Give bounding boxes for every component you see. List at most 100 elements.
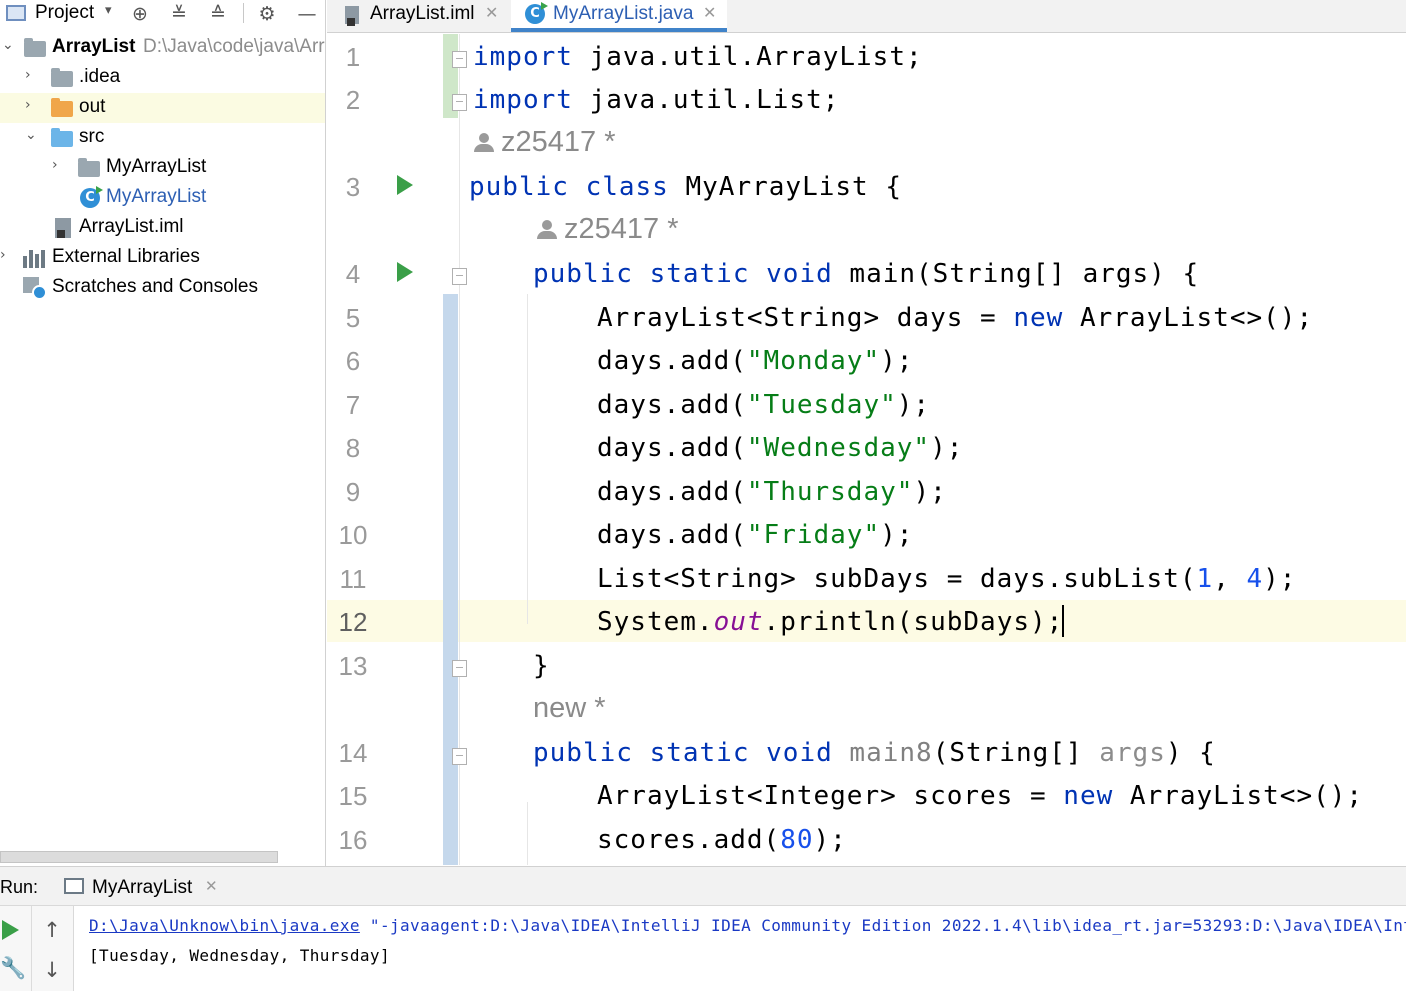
string-literal: "Wednesday" xyxy=(746,433,931,463)
arrow-down-icon[interactable]: ↓ xyxy=(40,958,64,982)
run-class-icon[interactable] xyxy=(397,175,413,195)
code-line-5: ArrayList<String> days = new ArrayList<>… xyxy=(597,303,1313,333)
code-text: main(String[] args) { xyxy=(832,259,1200,289)
vcs-changed-marker xyxy=(443,294,458,865)
chevron-down-icon[interactable]: ⌄ xyxy=(2,37,14,53)
crosshair-icon[interactable]: ⊕ xyxy=(128,2,152,26)
code-text: ); xyxy=(930,433,964,463)
string-literal: "Friday" xyxy=(746,520,881,550)
number-literal: 4 xyxy=(1246,564,1264,594)
gear-icon[interactable]: ⚙ xyxy=(255,2,279,26)
author-hint[interactable]: new * xyxy=(533,692,606,725)
code-text: scores.add( xyxy=(597,825,781,855)
code-line-12: System.out.println(subDays); xyxy=(597,607,1063,637)
code-text: ArrayList<Integer> scores = xyxy=(597,781,1064,811)
close-icon[interactable]: ✕ xyxy=(703,3,716,22)
tab-label: MyArrayList.java xyxy=(553,3,694,24)
tree-item-arraylist-project[interactable]: ⌄ ArrayList D:\Java\code\java\Arr xyxy=(0,33,325,63)
tab-myarraylist-java[interactable]: C MyArrayList.java ✕ xyxy=(511,0,727,32)
code-line-14: public static void main8(String[] args) … xyxy=(533,738,1216,768)
run-config-icon xyxy=(64,878,84,894)
code-text: java.util.List; xyxy=(572,85,840,115)
wrench-icon[interactable]: 🔧 xyxy=(0,956,26,980)
arrow-up-icon[interactable]: ↑ xyxy=(40,918,64,942)
line-number: 11 xyxy=(339,564,367,594)
minimize-icon[interactable]: — xyxy=(295,2,319,26)
code-text: days.add( xyxy=(597,346,747,376)
code-editor[interactable]: 1 2 3 4 5 6 7 8 9 10 11 12 13 14 15 16 z… xyxy=(327,34,1406,865)
project-panel-title[interactable]: Project xyxy=(35,2,94,24)
fold-marker-icon[interactable] xyxy=(452,94,467,111)
chevron-down-icon[interactable]: ▾ xyxy=(105,3,112,18)
java-class-icon: C xyxy=(525,2,548,24)
tree-item-label: src xyxy=(79,126,105,147)
code-line-9: days.add("Thursday"); xyxy=(597,477,947,507)
number-literal: 80 xyxy=(780,825,814,855)
project-panel: Project ▾ ⊕ ≚ ≙ ⚙ — ⌄ ArrayList D:\Java\… xyxy=(0,0,326,866)
toolbar-divider xyxy=(243,3,244,23)
editor-tab-bar: ArrayList.iml ✕ C MyArrayList.java ✕ xyxy=(327,0,1406,33)
run-icon[interactable] xyxy=(2,920,19,940)
line-number: 9 xyxy=(345,477,361,507)
fold-marker-icon[interactable] xyxy=(452,51,467,68)
code-text: ArrayList<>(); xyxy=(1113,781,1364,811)
author-hint-text: z25417 * xyxy=(501,126,616,158)
code-text: ); xyxy=(896,390,931,420)
java-exe-link[interactable]: D:\Java\Unknow\bin\java.exe xyxy=(89,916,360,935)
tree-item-out[interactable]: › out xyxy=(0,93,325,123)
fold-marker-icon[interactable] xyxy=(452,660,467,677)
run-main-icon[interactable] xyxy=(397,262,413,282)
chevron-right-icon[interactable]: › xyxy=(25,67,31,83)
package-icon xyxy=(78,158,100,177)
excluded-folder-icon xyxy=(51,98,73,117)
code-text: , xyxy=(1213,564,1247,594)
line-number: 15 xyxy=(338,781,368,811)
author-hint-text: new * xyxy=(533,692,606,724)
keyword: new xyxy=(1063,781,1114,811)
tree-item-idea[interactable]: › .idea xyxy=(0,63,325,93)
code-text: days.add( xyxy=(597,390,747,420)
chevron-down-icon[interactable]: ⌄ xyxy=(25,127,37,143)
code-text: java.util.ArrayList; xyxy=(572,42,923,72)
code-line-16: scores.add(80); xyxy=(597,825,847,855)
tree-item-external-libraries[interactable]: › External Libraries xyxy=(0,243,325,273)
close-icon[interactable]: ✕ xyxy=(485,3,498,22)
tab-arraylist-iml[interactable]: ArrayList.iml ✕ xyxy=(327,0,507,32)
user-icon xyxy=(473,133,495,153)
keyword: import xyxy=(473,42,573,72)
tree-item-src[interactable]: ⌄ src xyxy=(0,123,325,153)
code-text: (String[] xyxy=(932,738,1100,768)
line-number: 13 xyxy=(338,651,368,681)
author-hint[interactable]: z25417 * xyxy=(536,213,679,246)
code-text: days.add( xyxy=(597,477,747,507)
tree-item-label: ArrayList xyxy=(52,36,136,57)
tree-item-myarraylist-class[interactable]: C MyArrayList xyxy=(0,183,325,213)
horizontal-scrollbar[interactable] xyxy=(0,851,278,863)
tree-item-myarraylist-package[interactable]: › MyArrayList xyxy=(0,153,325,183)
tree-item-arraylist-iml[interactable]: ArrayList.iml xyxy=(0,213,325,243)
fold-marker-icon[interactable] xyxy=(452,748,467,765)
tree-item-label: ArrayList.iml xyxy=(79,216,184,237)
code-text: List<String> subDays = days.subList( xyxy=(597,564,1197,594)
author-hint-text: z25417 * xyxy=(564,213,679,245)
line-number: 7 xyxy=(345,390,361,420)
tree-item-scratches[interactable]: Scratches and Consoles xyxy=(0,273,325,303)
close-icon[interactable]: ✕ xyxy=(205,877,218,895)
run-tab-label[interactable]: MyArrayList xyxy=(92,877,192,899)
code-text: MyArrayList { xyxy=(668,172,902,202)
code-text: ); xyxy=(813,825,847,855)
author-hint[interactable]: z25417 * xyxy=(473,126,616,159)
chevron-right-icon[interactable]: › xyxy=(0,247,6,263)
code-line-8: days.add("Wednesday"); xyxy=(597,433,963,463)
line-number: 10 xyxy=(338,520,368,550)
keyword: new xyxy=(1013,303,1064,333)
chevron-right-icon[interactable]: › xyxy=(52,157,58,173)
collapse-all-icon[interactable]: ≙ xyxy=(206,2,230,26)
code-text: ); xyxy=(913,477,947,507)
line-number: 2 xyxy=(345,85,361,115)
code-line-1: import java.util.ArrayList; xyxy=(473,42,923,72)
fold-marker-icon[interactable] xyxy=(452,268,467,285)
chevron-right-icon[interactable]: › xyxy=(25,97,31,113)
run-console[interactable]: D:\Java\Unknow\bin\java.exe "-javaagent:… xyxy=(74,906,1406,991)
expand-all-icon[interactable]: ≚ xyxy=(167,2,191,26)
